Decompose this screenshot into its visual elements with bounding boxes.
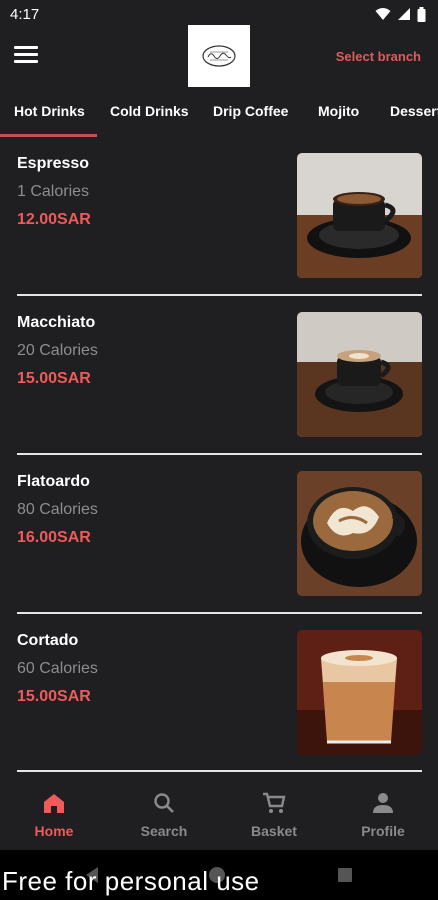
product-image [297,312,422,437]
product-image [297,471,422,596]
tab-mojito[interactable]: Mojito [318,92,359,136]
product-calories: 60 Calories [17,660,98,677]
signal-icon [398,8,410,20]
status-bar: 4:17 [0,0,438,28]
nav-profile[interactable]: Profile [338,792,428,839]
nav-label: Profile [361,823,405,839]
product-name: Flatoardo [17,473,90,490]
product-price: 16.00SAR [17,529,91,546]
status-time: 4:17 [10,5,40,23]
search-icon [154,793,174,813]
product-calories: 80 Calories [17,501,98,518]
home-icon [44,794,64,813]
product-name: Cortado [17,632,79,649]
brand-logo [188,25,250,87]
menu-icon[interactable] [14,46,38,68]
product-item-macchiato[interactable]: Macchiato 20 Calories 15.00SAR [17,312,422,454]
divider [17,294,422,296]
divider [17,770,422,772]
product-name: Macchiato [17,314,96,331]
tab-desserts[interactable]: Desserts [390,92,438,136]
battery-icon [417,6,426,22]
bottom-navigation: Home Search Basket Profile [0,778,438,850]
nav-label: Basket [251,823,297,839]
product-image [297,630,422,755]
tab-hot-drinks[interactable]: Hot Drinks [14,92,85,136]
person-icon [373,793,393,813]
nav-label: Search [140,823,188,839]
wifi-icon [375,8,391,20]
product-price: 15.00SAR [17,688,91,705]
status-icons [375,6,426,22]
divider [17,453,422,455]
active-tab-indicator [0,134,97,137]
nav-label: Home [34,823,74,839]
divider [17,612,422,614]
product-price: 15.00SAR [17,370,91,387]
product-name: Espresso [17,155,90,172]
product-item-flatoardo[interactable]: Flatoardo 80 Calories 16.00SAR [17,471,422,613]
watermark-text: Free for personal use [2,866,260,896]
product-calories: 1 Calories [17,183,90,200]
cart-icon [263,792,286,813]
nav-basket[interactable]: Basket [229,792,319,839]
category-tabs: Hot Drinks Cold Drinks Drip Coffee Mojit… [0,92,438,136]
product-price: 12.00SAR [17,211,91,228]
nav-search[interactable]: Search [119,792,209,839]
select-branch-button[interactable]: Select branch [336,49,421,64]
tab-cold-drinks[interactable]: Cold Drinks [110,92,189,136]
tab-drip-coffee[interactable]: Drip Coffee [213,92,288,136]
product-item-espresso[interactable]: Espresso 1 Calories 12.00SAR [17,153,422,295]
app-bar: Select branch [0,25,438,90]
recents-icon[interactable] [337,867,353,883]
nav-home[interactable]: Home [9,792,99,839]
product-image [297,153,422,278]
product-item-cortado[interactable]: Cortado 60 Calories 15.00SAR [17,630,422,772]
product-calories: 20 Calories [17,342,98,359]
